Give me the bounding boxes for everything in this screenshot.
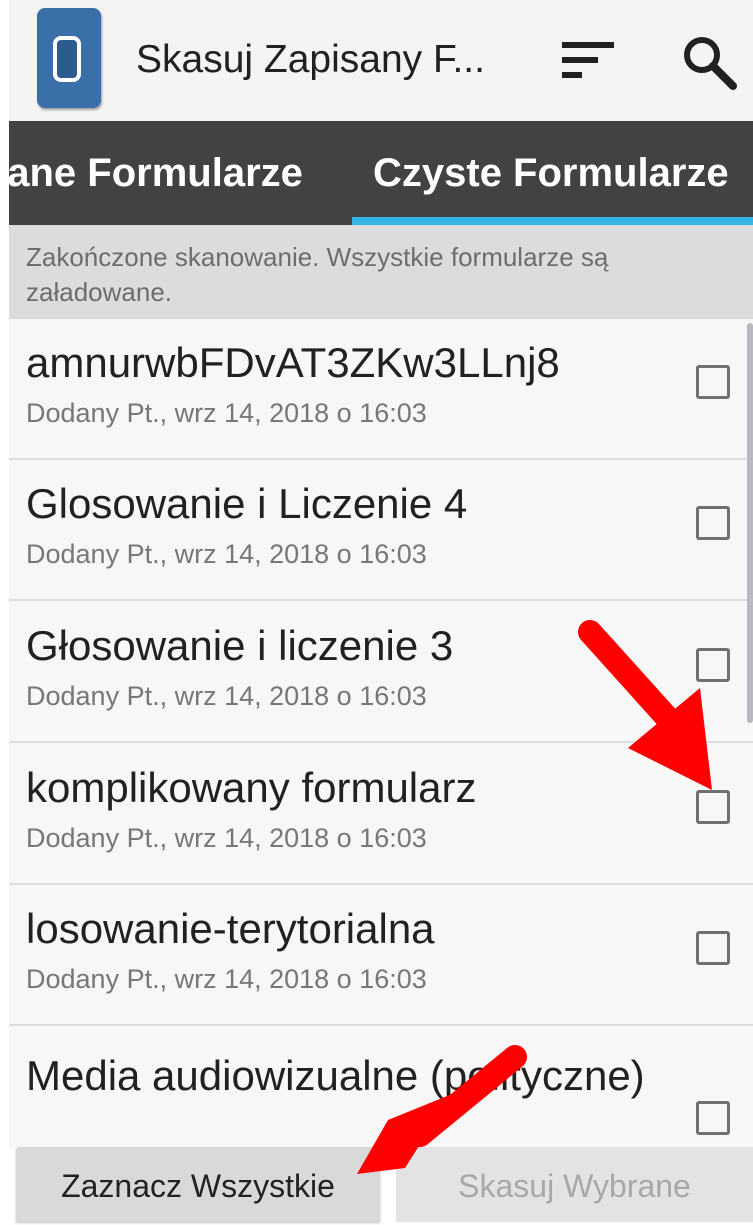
delete-selected-button[interactable]: Skasuj Wybrane <box>396 1147 753 1222</box>
forms-list[interactable]: amnurwbFDvAT3ZKw3LLnj8 Dodany Pt., wrz 1… <box>9 319 753 1149</box>
app-title: Skasuj Zapisany F... <box>136 38 485 81</box>
form-name: Media audiowizualne (polityczne) <box>26 1052 645 1099</box>
list-item[interactable]: amnurwbFDvAT3ZKw3LLnj8 Dodany Pt., wrz 1… <box>9 319 753 460</box>
app-bar: Skasuj Zapisany F... <box>9 0 753 121</box>
form-added-date: Dodany Pt., wrz 14, 2018 o 16:03 <box>26 539 427 569</box>
form-name: Glosowanie i Liczenie 4 <box>26 480 468 527</box>
select-all-button[interactable]: Zaznacz Wszystkie <box>16 1147 380 1222</box>
form-name: komplikowany formularz <box>26 764 477 811</box>
form-name: amnurwbFDvAT3ZKw3LLnj8 <box>26 339 560 386</box>
search-icon[interactable] <box>681 34 737 90</box>
list-item[interactable]: Głosowanie i liczenie 3 Dodany Pt., wrz … <box>9 602 753 743</box>
form-checkbox[interactable] <box>696 931 730 965</box>
form-checkbox[interactable] <box>696 365 730 399</box>
form-added-date: Dodany Pt., wrz 14, 2018 o 16:03 <box>26 964 427 994</box>
form-checkbox[interactable] <box>696 1101 730 1135</box>
form-checkbox[interactable] <box>696 648 730 682</box>
form-added-date: Dodany Pt., wrz 14, 2018 o 16:03 <box>26 681 427 711</box>
status-banner: Zakończone skanowanie. Wszystkie formula… <box>9 225 753 319</box>
status-message: Zakończone skanowanie. Wszystkie formula… <box>26 242 609 307</box>
list-item[interactable]: losowanie-terytorialna Dodany Pt., wrz 1… <box>9 885 753 1026</box>
screen-edge <box>0 0 9 1222</box>
sort-icon[interactable] <box>562 42 614 78</box>
list-item[interactable]: komplikowany formularz Dodany Pt., wrz 1… <box>9 744 753 885</box>
form-added-date: Dodany Pt., wrz 14, 2018 o 16:03 <box>26 823 427 853</box>
list-item[interactable]: Glosowanie i Liczenie 4 Dodany Pt., wrz … <box>9 460 753 601</box>
tab-selected-indicator <box>352 217 753 225</box>
tab-blank-forms[interactable]: Czyste Formularze <box>373 151 729 196</box>
scrollbar-thumb[interactable] <box>747 323 753 723</box>
tab-bar: sane Formularze Czyste Formularze <box>9 121 753 225</box>
form-checkbox[interactable] <box>696 506 730 540</box>
form-name: Głosowanie i liczenie 3 <box>26 622 454 669</box>
tab-saved-forms[interactable]: sane Formularze <box>9 151 303 196</box>
form-checkbox[interactable] <box>696 790 730 824</box>
list-item[interactable]: Media audiowizualne (polityczne) <box>9 1027 753 1149</box>
form-name: losowanie-terytorialna <box>26 905 435 952</box>
form-added-date: Dodany Pt., wrz 14, 2018 o 16:03 <box>26 398 427 428</box>
app-logo-icon <box>37 8 101 108</box>
